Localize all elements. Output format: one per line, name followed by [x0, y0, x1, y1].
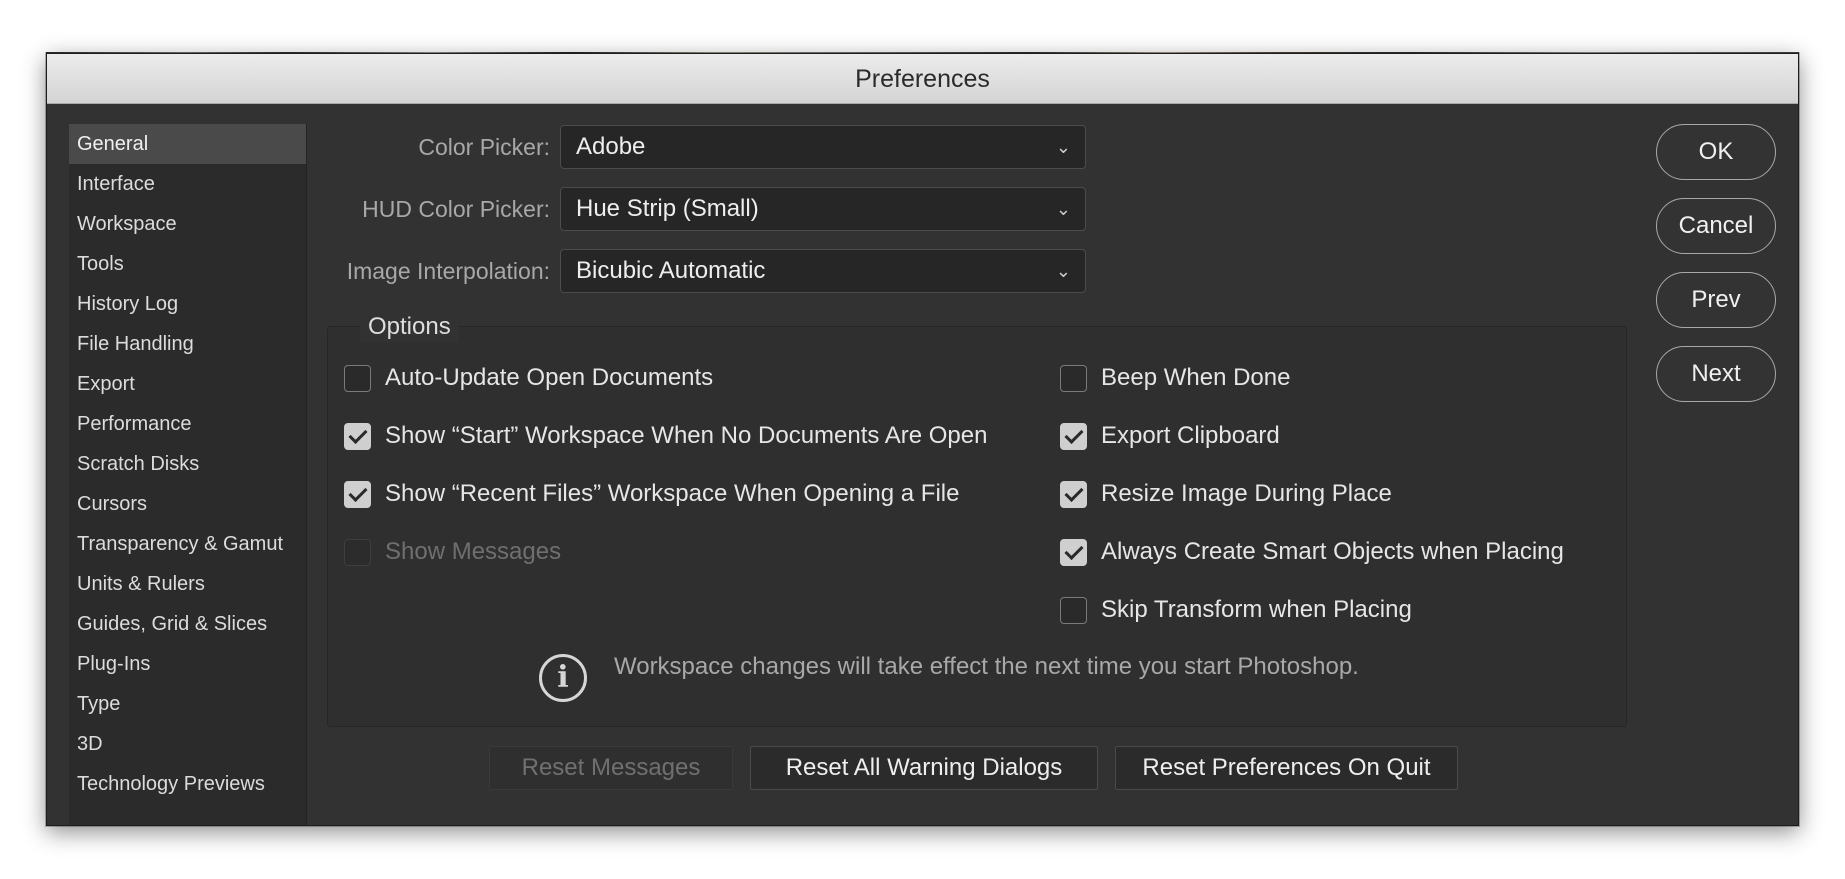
- resize-image-during-place-checkbox[interactable]: Resize Image During Place: [1060, 477, 1392, 511]
- auto-update-open-documents-checkbox[interactable]: Auto-Update Open Documents: [344, 361, 713, 395]
- sidebar-item-transparency-gamut[interactable]: Transparency & Gamut: [69, 524, 306, 564]
- chevron-down-icon: ⌄: [1055, 199, 1071, 219]
- sidebar-item-performance[interactable]: Performance: [69, 404, 306, 444]
- show-recent-files-workspace-checkbox[interactable]: Show “Recent Files” Workspace When Openi…: [344, 477, 959, 511]
- checkbox-label: Show “Recent Files” Workspace When Openi…: [385, 480, 960, 507]
- sidebar-item-technology-previews[interactable]: Technology Previews: [69, 764, 306, 804]
- workspace-info-text: Workspace changes will take effect the n…: [614, 653, 1359, 680]
- checkmark-icon: [1060, 422, 1087, 450]
- checkbox-label: Show “Start” Workspace When No Documents…: [385, 422, 988, 449]
- info-icon: i: [539, 654, 587, 702]
- hud-color-picker-select[interactable]: Hue Strip (Small) ⌄: [560, 187, 1086, 231]
- sidebar-item-type[interactable]: Type: [69, 684, 306, 724]
- next-button[interactable]: Next: [1656, 346, 1776, 402]
- checkmark-icon: [1060, 538, 1087, 566]
- cancel-button[interactable]: Cancel: [1656, 198, 1776, 254]
- ok-button[interactable]: OK: [1656, 124, 1776, 180]
- checkmark-icon: [344, 422, 371, 450]
- checkbox-unchecked: [1060, 364, 1087, 392]
- beep-when-done-checkbox[interactable]: Beep When Done: [1060, 361, 1290, 395]
- checkbox-disabled: [344, 538, 371, 566]
- preferences-dialog: Preferences General Interface Workspace …: [46, 53, 1799, 826]
- checkbox-label: Auto-Update Open Documents: [385, 364, 714, 391]
- sidebar-item-file-handling[interactable]: File Handling: [69, 324, 306, 364]
- show-start-workspace-checkbox[interactable]: Show “Start” Workspace When No Documents…: [344, 419, 987, 453]
- sidebar-item-history-log[interactable]: History Log: [69, 284, 306, 324]
- checkmark-icon: [1060, 480, 1087, 508]
- checkbox-label: Show Messages: [385, 538, 562, 565]
- image-interpolation-label: Image Interpolation:: [346, 258, 550, 284]
- hud-color-picker-label: HUD Color Picker:: [362, 196, 550, 222]
- skip-transform-when-placing-checkbox[interactable]: Skip Transform when Placing: [1060, 593, 1412, 627]
- options-legend: Options: [360, 312, 459, 342]
- checkmark-icon: [344, 480, 371, 508]
- image-interpolation-value: Bicubic Automatic: [576, 257, 766, 284]
- checkbox-label: Skip Transform when Placing: [1101, 596, 1412, 623]
- sidebar-item-guides-grid-slices[interactable]: Guides, Grid & Slices: [69, 604, 306, 644]
- sidebar-item-plug-ins[interactable]: Plug-Ins: [69, 644, 306, 684]
- hud-color-picker-value: Hue Strip (Small): [576, 195, 759, 222]
- checkbox-label: Beep When Done: [1101, 364, 1291, 391]
- sidebar-item-3d[interactable]: 3D: [69, 724, 306, 764]
- chevron-down-icon: ⌄: [1055, 261, 1071, 281]
- always-create-smart-objects-checkbox[interactable]: Always Create Smart Objects when Placing: [1060, 535, 1564, 569]
- color-picker-value: Adobe: [576, 133, 646, 160]
- color-picker-select[interactable]: Adobe ⌄: [560, 125, 1086, 169]
- color-picker-label: Color Picker:: [418, 134, 550, 160]
- sidebar-item-scratch-disks[interactable]: Scratch Disks: [69, 444, 306, 484]
- chevron-down-icon: ⌄: [1055, 137, 1071, 157]
- sidebar-item-export[interactable]: Export: [69, 364, 306, 404]
- reset-all-warning-dialogs-button[interactable]: Reset All Warning Dialogs: [750, 746, 1098, 790]
- show-messages-checkbox: Show Messages: [344, 535, 561, 569]
- window-title: Preferences: [47, 54, 1798, 104]
- sidebar-item-units-rulers[interactable]: Units & Rulers: [69, 564, 306, 604]
- checkbox-unchecked: [344, 364, 371, 392]
- checkbox-label: Resize Image During Place: [1101, 480, 1392, 507]
- sidebar-item-cursors[interactable]: Cursors: [69, 484, 306, 524]
- image-interpolation-select[interactable]: Bicubic Automatic ⌄: [560, 249, 1086, 293]
- prev-button[interactable]: Prev: [1656, 272, 1776, 328]
- checkbox-label: Always Create Smart Objects when Placing: [1101, 538, 1564, 565]
- export-clipboard-checkbox[interactable]: Export Clipboard: [1060, 419, 1280, 453]
- reset-messages-button: Reset Messages: [489, 746, 733, 790]
- checkbox-unchecked: [1060, 596, 1087, 624]
- preferences-sidebar: General Interface Workspace Tools Histor…: [69, 124, 307, 825]
- reset-preferences-on-quit-button[interactable]: Reset Preferences On Quit: [1115, 746, 1458, 790]
- checkbox-label: Export Clipboard: [1101, 422, 1280, 449]
